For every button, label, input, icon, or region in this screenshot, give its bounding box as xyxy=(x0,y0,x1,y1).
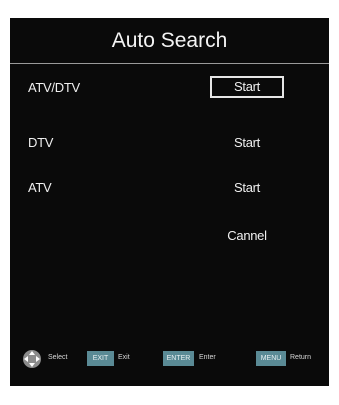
title-divider xyxy=(10,63,329,64)
menu-title: Auto Search xyxy=(111,29,228,52)
exit-hint-label: Exit xyxy=(118,354,130,361)
select-hint-label: Select xyxy=(48,354,68,361)
cancel-button[interactable]: Cannel xyxy=(210,225,284,247)
row-label-atv: ATV xyxy=(28,180,52,195)
start-dtv-button[interactable]: Start xyxy=(210,132,284,154)
key-hint-bar: Select EXIT Exit ENTER Enter MENU Return xyxy=(10,348,329,372)
enter-hint-label: Enter xyxy=(199,354,216,361)
start-atv-button[interactable]: Start xyxy=(210,177,284,199)
auto-search-menu: Auto Search ATV/DTV Start DTV Start ATV … xyxy=(10,18,329,386)
start-atv-dtv-button[interactable]: Start xyxy=(210,76,284,98)
exit-key[interactable]: EXIT xyxy=(87,351,114,366)
return-hint-label: Return xyxy=(290,354,312,361)
row-label-atv-dtv: ATV/DTV xyxy=(28,80,80,95)
row-label-dtv: DTV xyxy=(28,135,54,150)
menu-key[interactable]: MENU xyxy=(256,351,286,366)
enter-key[interactable]: ENTER xyxy=(163,351,194,366)
navigation-dpad-icon xyxy=(23,350,41,368)
